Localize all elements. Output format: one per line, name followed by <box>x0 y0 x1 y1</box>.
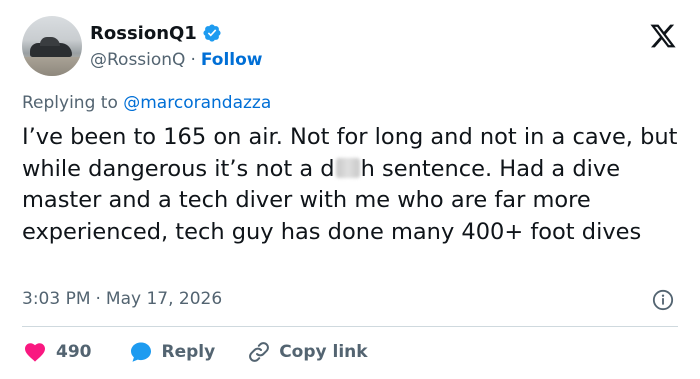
like-count: 490 <box>56 342 92 362</box>
copy-link-label: Copy link <box>279 342 368 362</box>
timestamp-separator: · <box>95 289 101 309</box>
reply-label: Reply <box>161 342 216 362</box>
speech-bubble-icon <box>130 342 151 362</box>
info-icon[interactable] <box>652 289 674 311</box>
heart-icon <box>25 343 45 362</box>
author-handle[interactable]: @RossionQ <box>90 50 185 70</box>
reply-button[interactable]: Reply <box>128 340 216 364</box>
x-logo-icon[interactable] <box>648 22 678 50</box>
like-button[interactable]: 490 <box>22 340 92 364</box>
tweet-time: 3:03 PM <box>22 289 91 309</box>
author-handle-row: @RossionQ · Follow <box>90 49 263 71</box>
author-display-name[interactable]: RossionQ1 <box>90 23 197 44</box>
tweet-text: I’ve been to 165 on air. Not for long an… <box>22 122 682 248</box>
avatar[interactable] <box>22 16 82 76</box>
divider <box>22 326 678 327</box>
avatar-car <box>30 37 72 57</box>
replying-to-prefix: Replying to <box>22 93 124 113</box>
redaction-blur <box>335 157 360 178</box>
replying-to-mention[interactable]: @marcorandazza <box>123 93 271 113</box>
verified-badge-icon <box>203 24 221 42</box>
tweet-timestamp[interactable]: 3:03 PM · May 17, 2026 <box>22 289 222 309</box>
follow-button[interactable]: Follow <box>201 50 263 70</box>
replying-to-line: Replying to @marcorandazza <box>22 93 271 113</box>
handle-separator: · <box>190 50 196 70</box>
avatar-ground <box>22 57 82 76</box>
link-icon <box>249 342 270 362</box>
action-bar: 490 Reply Copy link <box>22 337 368 367</box>
author-name-row: RossionQ1 <box>90 21 222 45</box>
copy-link-button[interactable]: Copy link <box>247 340 368 364</box>
tweet-date: May 17, 2026 <box>105 289 223 309</box>
